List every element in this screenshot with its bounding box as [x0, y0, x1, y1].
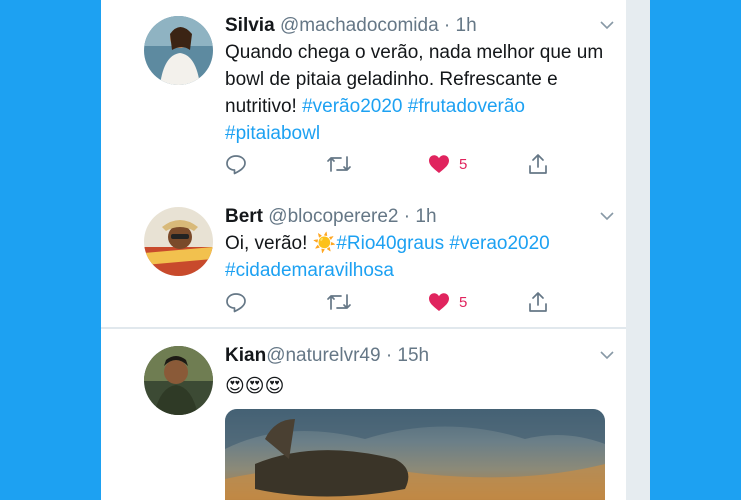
- like-count: 5: [459, 155, 468, 173]
- author-handle[interactable]: @blocoperere2: [268, 206, 398, 227]
- reply-button[interactable]: [225, 152, 247, 176]
- author-name[interactable]: Bert: [225, 206, 263, 227]
- like-button[interactable]: 5: [428, 290, 467, 314]
- tweet[interactable]: Bert @blocoperere2 · 1h Oi, verão! ☀️#Ri…: [101, 191, 626, 329]
- heart-icon: [429, 155, 449, 173]
- retweet-icon: [327, 156, 351, 172]
- tweet[interactable]: Silvia @machadocomida · 1h Quando chega …: [101, 0, 626, 193]
- sun-emoji: ☀️: [312, 233, 337, 254]
- hashtag[interactable]: #cidademaravilhosa: [225, 260, 394, 281]
- hashtag[interactable]: #frutadoverão: [408, 96, 525, 117]
- like-count: 5: [459, 293, 468, 311]
- photo-scene: [225, 409, 605, 500]
- separator-dot: ·: [403, 206, 411, 227]
- retweet-button[interactable]: [326, 152, 352, 176]
- tweet-photo[interactable]: [225, 409, 605, 500]
- avatar[interactable]: [144, 346, 213, 415]
- timestamp[interactable]: 1h: [456, 15, 477, 36]
- reply-icon: [226, 155, 246, 175]
- chevron-down-icon[interactable]: [600, 350, 614, 360]
- tweet-actions: 5: [225, 290, 555, 314]
- tweet-actions: 5: [225, 152, 555, 176]
- tweet-body: Oi, verão!: [225, 233, 313, 254]
- author-handle[interactable]: @naturelvr49: [266, 345, 380, 366]
- tweet-header: Silvia @machadocomida · 1h: [225, 14, 612, 38]
- reply-icon: [226, 293, 246, 313]
- timestamp[interactable]: 1h: [415, 206, 436, 227]
- timeline-feed: Silvia @machadocomida · 1h Quando chega …: [101, 0, 626, 500]
- avatar[interactable]: [144, 16, 213, 85]
- phone-frame: Silvia @machadocomida · 1h Quando chega …: [101, 0, 650, 500]
- separator-dot: ·: [443, 15, 451, 36]
- tweet-text: Oi, verão! ☀️#Rio40graus #verao2020 #cid…: [225, 230, 612, 284]
- tweet-text: 😍😍😍: [225, 373, 612, 400]
- reply-button[interactable]: [225, 290, 247, 314]
- share-button[interactable]: [527, 290, 549, 314]
- separator-dot: ·: [385, 345, 393, 366]
- tweet[interactable]: Kian@naturelvr49 · 15h 😍😍😍: [101, 329, 626, 500]
- author-handle[interactable]: @machadocomida: [280, 15, 439, 36]
- hashtag[interactable]: #verao2020: [449, 233, 549, 254]
- retweet-button[interactable]: [326, 290, 352, 314]
- tweet-text: Quando chega o verão, nada melhor que um…: [225, 39, 612, 147]
- heart-icon: [429, 293, 449, 311]
- tweet-header: Kian@naturelvr49 · 15h: [225, 344, 612, 368]
- hashtag[interactable]: #pitaiabowl: [225, 123, 320, 144]
- author-name[interactable]: Silvia: [225, 15, 275, 36]
- author-name[interactable]: Kian: [225, 345, 266, 366]
- hashtag[interactable]: #verão2020: [302, 96, 402, 117]
- share-icon: [529, 292, 547, 312]
- tweet-header: Bert @blocoperere2 · 1h: [225, 205, 612, 229]
- chevron-down-icon[interactable]: [600, 20, 614, 30]
- avatar[interactable]: [144, 207, 213, 276]
- like-button[interactable]: 5: [428, 152, 467, 176]
- emoji-reaction: 😍😍😍: [225, 376, 285, 397]
- share-icon: [529, 154, 547, 174]
- share-button[interactable]: [527, 152, 549, 176]
- hashtag[interactable]: #Rio40graus: [336, 233, 444, 254]
- chevron-down-icon[interactable]: [600, 211, 614, 221]
- timestamp[interactable]: 15h: [397, 345, 429, 366]
- retweet-icon: [327, 294, 351, 310]
